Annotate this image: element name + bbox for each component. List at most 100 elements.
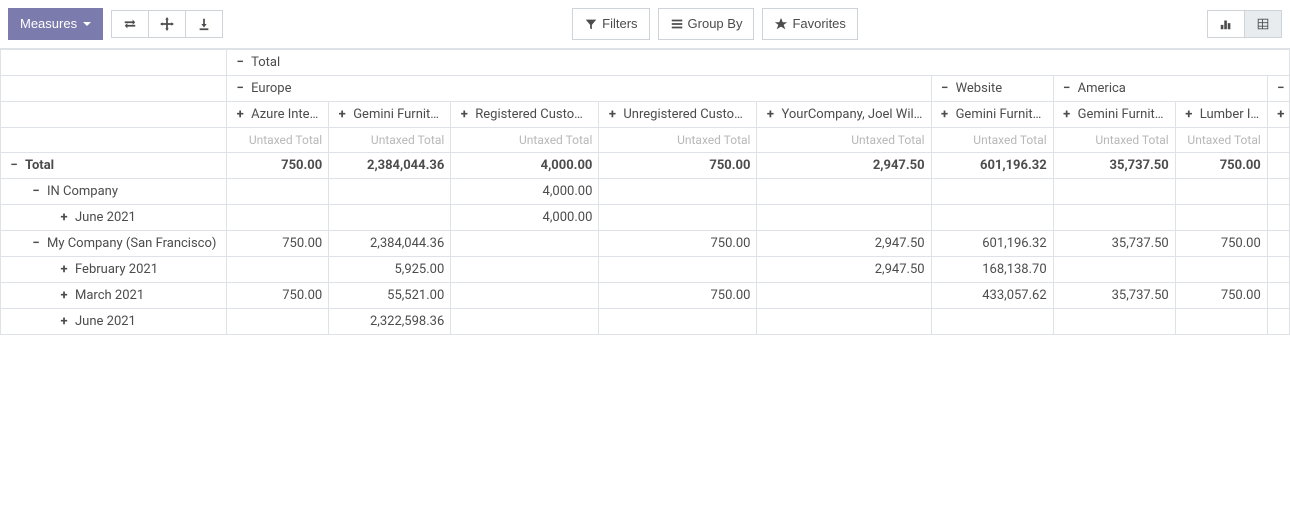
cell[interactable]: 2,384,044.36: [329, 153, 451, 179]
cell[interactable]: 35,737.50: [1053, 283, 1175, 309]
col-expand[interactable]: +: [1267, 102, 1289, 128]
plus-icon: +: [763, 108, 777, 122]
col-unregistered[interactable]: +Unregistered Customer: [599, 102, 757, 128]
cell[interactable]: 750.00: [227, 283, 329, 309]
minus-icon: −: [233, 82, 247, 96]
plus-icon: +: [1274, 108, 1288, 122]
plus-icon: +: [605, 108, 619, 122]
row-in-jun21[interactable]: + June 2021: [1, 205, 227, 231]
row-my-company[interactable]: −My Company (San Francisco): [1, 231, 227, 257]
cell[interactable]: 2,947.50: [757, 231, 931, 257]
cell[interactable]: 750.00: [227, 153, 329, 179]
col-europe-label: Europe: [251, 81, 291, 96]
measures-button[interactable]: Measures: [8, 8, 103, 40]
row-mar21-label: March 2021: [75, 288, 144, 303]
measure-label: Untaxed Total: [227, 128, 329, 153]
col-gemini-web-label: Gemini Furniture: [956, 107, 1051, 122]
control-panel: Measures Filters Group By Favorites: [0, 0, 1290, 49]
cell[interactable]: 750.00: [227, 231, 329, 257]
cell[interactable]: 750.00: [1175, 153, 1267, 179]
minus-icon: −: [1274, 82, 1288, 96]
cell[interactable]: 750.00: [599, 231, 757, 257]
col-total[interactable]: −Total: [227, 50, 1290, 76]
plus-icon: +: [457, 108, 471, 122]
cell[interactable]: 601,196.32: [931, 153, 1053, 179]
col-america-label: America: [1078, 81, 1126, 96]
cell[interactable]: 35,737.50: [1053, 231, 1175, 257]
col-yourcompany[interactable]: + YourCompany, Joel Willis: [757, 102, 931, 128]
row-jun21[interactable]: +June 2021: [1, 309, 227, 335]
row-in-company[interactable]: −IN Company: [1, 179, 227, 205]
favorites-label: Favorites: [792, 15, 845, 33]
flip-axis-button[interactable]: [111, 10, 149, 38]
row-in-jun21-label: June 2021: [75, 210, 136, 225]
graph-view-button[interactable]: [1207, 10, 1245, 38]
col-gemini-am-label: Gemini Furniture: [1078, 107, 1173, 122]
minus-icon: −: [938, 82, 952, 96]
measure-label: Untaxed Total: [1175, 128, 1267, 153]
download-button[interactable]: [185, 10, 223, 38]
row-total[interactable]: −Total: [1, 153, 227, 179]
col-registered-label: Registered Customer: [475, 107, 597, 122]
cell[interactable]: 750.00: [1175, 283, 1267, 309]
table-icon: [1256, 17, 1270, 31]
col-registered[interactable]: + Registered Customer: [451, 102, 599, 128]
row-in-company-label: IN Company: [47, 184, 118, 199]
plus-icon: +: [57, 263, 71, 277]
measure-label: Untaxed Total: [1053, 128, 1175, 153]
filter-icon: [584, 17, 598, 31]
col-lumber[interactable]: +Lumber Inc: [1175, 102, 1267, 128]
cell[interactable]: 750.00: [599, 283, 757, 309]
col-gemini-am[interactable]: +Gemini Furniture: [1053, 102, 1175, 128]
cell[interactable]: 4,000.00: [451, 153, 599, 179]
arrows-icon: [160, 17, 174, 31]
minus-icon: −: [29, 185, 43, 199]
cell[interactable]: 2,384,044.36: [329, 231, 451, 257]
expand-all-button[interactable]: [148, 10, 186, 38]
row-feb21-label: February 2021: [75, 262, 158, 277]
group-by-button[interactable]: Group By: [658, 8, 755, 40]
col-gemini-eu[interactable]: +Gemini Furniture: [329, 102, 451, 128]
plus-icon: +: [1182, 108, 1196, 122]
plus-icon: +: [938, 108, 952, 122]
cell[interactable]: 168,138.70: [931, 257, 1053, 283]
col-europe[interactable]: −Europe: [227, 76, 931, 102]
col-yourcompany-label: YourCompany, Joel Willis: [781, 107, 926, 122]
row-mar21[interactable]: + March 2021: [1, 283, 227, 309]
filters-button[interactable]: Filters: [572, 8, 649, 40]
cell[interactable]: 5,925.00: [329, 257, 451, 283]
favorites-button[interactable]: Favorites: [762, 8, 857, 40]
plus-icon: +: [57, 289, 71, 303]
cell[interactable]: 35,737.50: [1053, 153, 1175, 179]
col-collapse[interactable]: −: [1267, 76, 1289, 102]
col-website-label: Website: [956, 81, 1003, 96]
cell[interactable]: 4,000.00: [451, 179, 599, 205]
minus-icon: −: [7, 159, 21, 173]
plus-icon: +: [57, 211, 71, 225]
cell[interactable]: 750.00: [1175, 231, 1267, 257]
minus-icon: −: [29, 237, 43, 251]
pivot-view-button[interactable]: [1244, 10, 1282, 38]
col-gemini-eu-label: Gemini Furniture: [353, 107, 448, 122]
measure-label: Untaxed Total: [329, 128, 451, 153]
col-azure[interactable]: +Azure Interior: [227, 102, 329, 128]
measures-label: Measures: [20, 15, 77, 33]
cell[interactable]: 2,322,598.36: [329, 309, 451, 335]
cell[interactable]: 601,196.32: [931, 231, 1053, 257]
cell[interactable]: 433,057.62: [931, 283, 1053, 309]
bars-icon: [670, 17, 684, 31]
download-icon: [197, 17, 211, 31]
cell[interactable]: 2,947.50: [757, 257, 931, 283]
cell[interactable]: 750.00: [599, 153, 757, 179]
col-website[interactable]: −Website: [931, 76, 1053, 102]
row-feb21[interactable]: + February 2021: [1, 257, 227, 283]
plus-icon: +: [57, 315, 71, 329]
col-america[interactable]: −America: [1053, 76, 1267, 102]
cell[interactable]: 55,521.00: [329, 283, 451, 309]
minus-icon: −: [1060, 82, 1074, 96]
col-gemini-web[interactable]: + Gemini Furniture: [931, 102, 1053, 128]
cell[interactable]: 2,947.50: [757, 153, 931, 179]
cell[interactable]: 4,000.00: [451, 205, 599, 231]
group-by-label: Group By: [688, 15, 743, 33]
measure-label: Untaxed Total: [931, 128, 1053, 153]
